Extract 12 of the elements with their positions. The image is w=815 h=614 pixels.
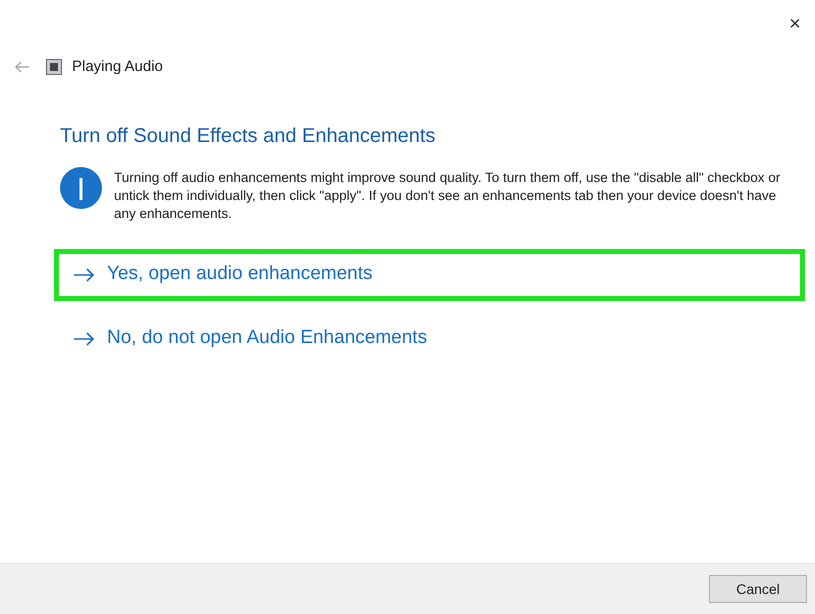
option-link[interactable]: Yes, open audio enhancements bbox=[54, 248, 805, 300]
arrow-icon bbox=[73, 268, 95, 282]
arrow-icon bbox=[73, 332, 95, 346]
speaker-app-icon bbox=[46, 59, 62, 76]
close-button[interactable]: × bbox=[783, 12, 807, 36]
info-text: Turning off audio enhancements might improve sound quality. To turn them off, use the "disable all" checkbox or untick them individually, then click "apply". If you don't see an enhancements tab then your device doesn't have any enhancements. bbox=[114, 168, 782, 222]
option-link[interactable]: No, do not open Audio Enhancements bbox=[54, 312, 805, 364]
cancel-button[interactable]: Cancel bbox=[709, 575, 807, 603]
info-icon bbox=[58, 164, 104, 210]
window-title: Playing Audio bbox=[72, 57, 163, 77]
back-arrow-icon[interactable] bbox=[14, 61, 30, 74]
page-heading: Turn off Sound Effects and Enhancements bbox=[60, 124, 436, 148]
